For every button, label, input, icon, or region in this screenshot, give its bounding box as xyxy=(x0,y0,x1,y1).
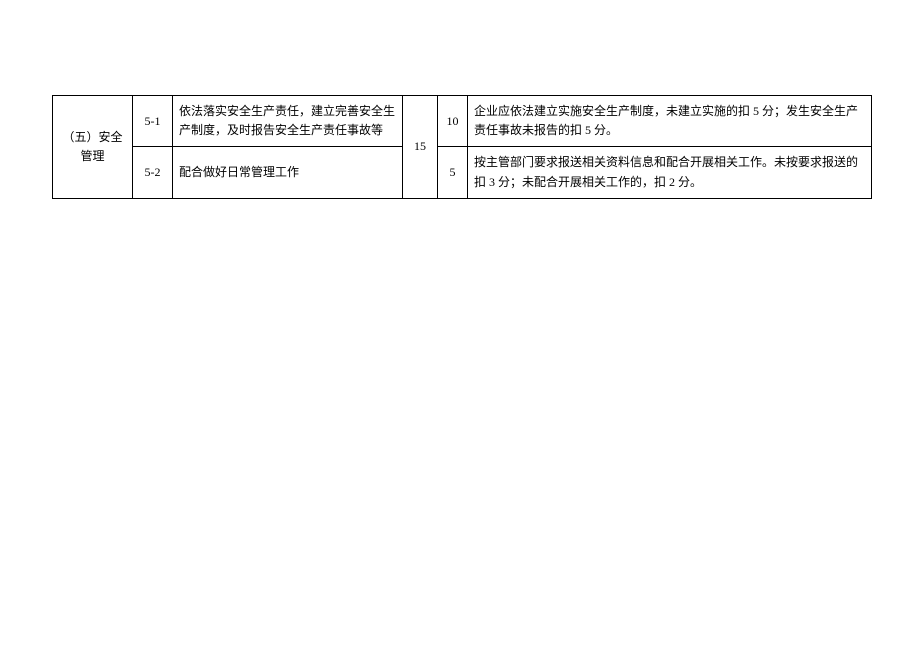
criteria-cell: 企业应依法建立实施安全生产制度，未建立实施的扣 5 分；发生安全生产责任事故未报… xyxy=(468,96,872,147)
description-cell: 配合做好日常管理工作 xyxy=(173,147,403,198)
assessment-table: （五）安全管理 5-1 依法落实安全生产责任，建立完善安全生产制度，及时报告安全… xyxy=(52,95,872,199)
description-cell: 依法落实安全生产责任，建立完善安全生产制度，及时报告安全生产责任事故等 xyxy=(173,96,403,147)
table-row: （五）安全管理 5-1 依法落实安全生产责任，建立完善安全生产制度，及时报告安全… xyxy=(53,96,872,147)
code-cell: 5-1 xyxy=(133,96,173,147)
total-score-cell: 15 xyxy=(403,96,438,199)
category-cell: （五）安全管理 xyxy=(53,96,133,199)
table-row: 5-2 配合做好日常管理工作 5 按主管部门要求报送相关资料信息和配合开展相关工… xyxy=(53,147,872,198)
criteria-cell: 按主管部门要求报送相关资料信息和配合开展相关工作。未按要求报送的扣 3 分；未配… xyxy=(468,147,872,198)
score-cell: 10 xyxy=(438,96,468,147)
code-cell: 5-2 xyxy=(133,147,173,198)
score-cell: 5 xyxy=(438,147,468,198)
